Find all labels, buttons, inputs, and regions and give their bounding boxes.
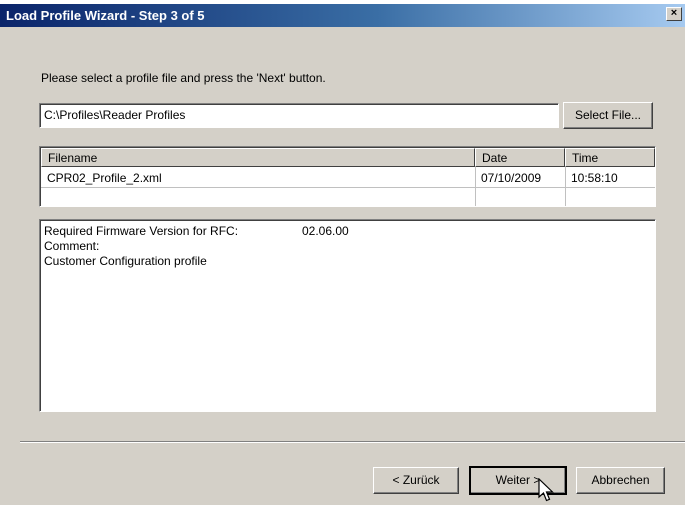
row-time: 10:58:10: [571, 171, 618, 185]
button-separator: [20, 441, 685, 443]
row-date: 07/10/2009: [481, 171, 542, 185]
column-header-time[interactable]: Time: [565, 148, 655, 167]
instruction-text: Please select a profile file and press t…: [41, 71, 326, 85]
row-divider: [41, 187, 655, 188]
firmware-value: 02.06.00: [302, 224, 349, 238]
cancel-button[interactable]: Abbrechen: [576, 467, 665, 494]
back-button[interactable]: < Zurück: [373, 467, 459, 494]
column-header-date[interactable]: Date: [475, 148, 565, 167]
window-title: Load Profile Wizard - Step 3 of 5: [6, 8, 205, 23]
select-file-button[interactable]: Select File...: [563, 102, 653, 129]
list-header: Filename Date Time: [41, 148, 655, 167]
firmware-label: Required Firmware Version for RFC:: [44, 224, 239, 238]
row-filename: CPR02_Profile_2.xml: [47, 171, 162, 185]
profile-details-box: Required Firmware Version for RFC: 02.06…: [39, 219, 656, 412]
profile-path-field[interactable]: C:\Profiles\Reader Profiles: [39, 103, 559, 128]
comment-text: Customer Configuration profile: [44, 254, 207, 268]
comment-label: Comment:: [44, 239, 100, 253]
list-item[interactable]: CPR02_Profile_2.xml 07/10/2009 10:58:10: [41, 169, 655, 187]
close-icon: ×: [670, 7, 678, 19]
column-header-filename[interactable]: Filename: [41, 148, 475, 167]
close-button[interactable]: ×: [666, 7, 682, 21]
wizard-window: Load Profile Wizard - Step 3 of 5 × Plea…: [0, 0, 685, 505]
title-bar: Load Profile Wizard - Step 3 of 5 ×: [0, 0, 685, 27]
mouse-pointer-icon: [538, 478, 554, 502]
profile-file-list[interactable]: Filename Date Time CPR02_Profile_2.xml 0…: [39, 146, 656, 207]
